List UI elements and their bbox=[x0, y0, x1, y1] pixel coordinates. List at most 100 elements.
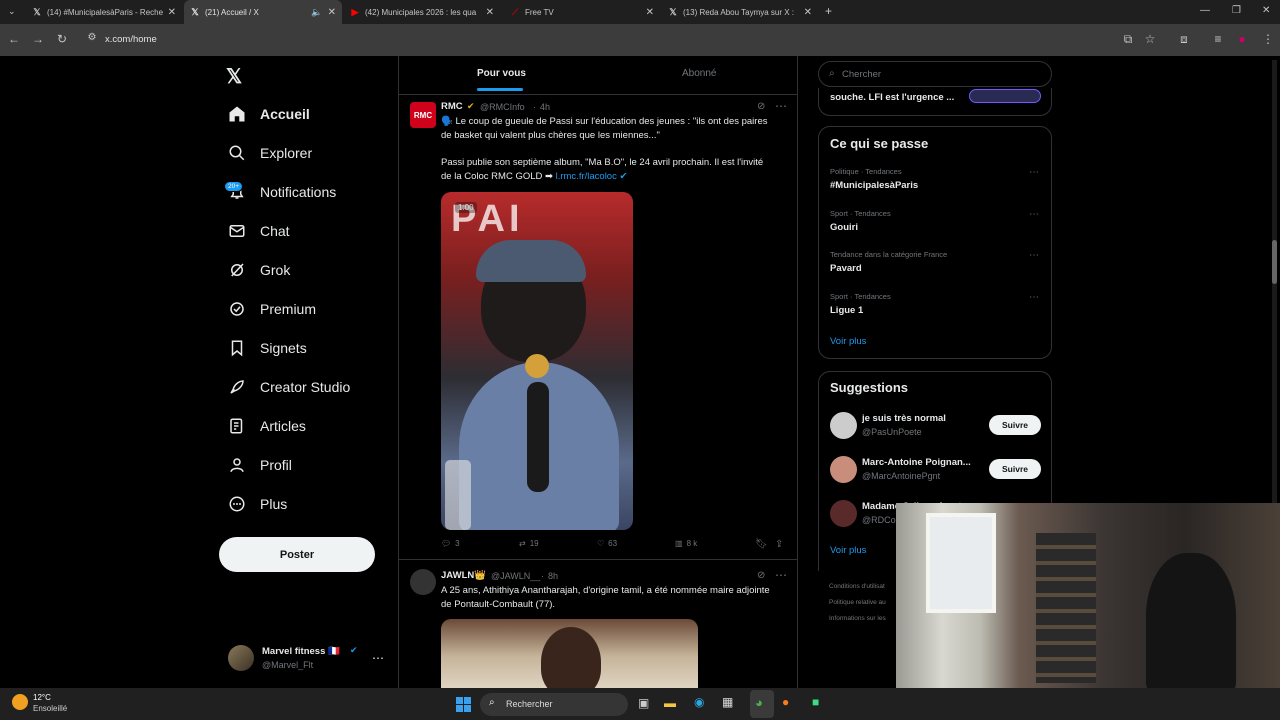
more-icon[interactable]: ⋯ bbox=[775, 99, 787, 113]
post-link[interactable]: l.rmc.fr/lacoloc bbox=[556, 171, 617, 182]
start-icon[interactable] bbox=[456, 697, 471, 712]
new-tab-icon[interactable]: + bbox=[825, 4, 832, 18]
tab-search-chevron-icon[interactable]: ⌄ bbox=[8, 6, 16, 17]
post-time[interactable]: 8h bbox=[548, 571, 558, 581]
trend-item[interactable]: Sport · Tendances Ligue 1 ⋯ bbox=[819, 290, 1051, 330]
close-icon[interactable]: ✕ bbox=[168, 7, 176, 18]
close-icon[interactable]: ✕ bbox=[328, 7, 336, 18]
live-snippet[interactable]: souche. LFI est l'urgence ... bbox=[818, 88, 1052, 116]
trend-item[interactable]: Politique · Tendances #MunicipalesàParis… bbox=[819, 165, 1051, 205]
back-icon[interactable]: ← bbox=[6, 32, 22, 46]
video-bottle bbox=[445, 460, 471, 530]
suggestion-item[interactable]: je suis très normal @PasUnPoete Suivre bbox=[819, 410, 1051, 442]
show-more-link[interactable]: Voir plus bbox=[830, 545, 866, 556]
nav-notifications[interactable]: Notifications bbox=[228, 178, 336, 206]
tab-free-tv[interactable]: ⟋ Free TV ✕ bbox=[504, 0, 660, 24]
follow-button[interactable]: Suivre bbox=[989, 459, 1041, 479]
share-icon[interactable]: ⇪ bbox=[775, 539, 783, 550]
reply-button[interactable]: 💬︎ 3 bbox=[441, 539, 460, 548]
minimize-icon[interactable]: — bbox=[1200, 5, 1210, 16]
post-button[interactable]: Poster bbox=[219, 537, 375, 572]
show-more-link[interactable]: Voir plus bbox=[830, 336, 866, 347]
nav-grok[interactable]: Grok bbox=[228, 256, 290, 284]
site-settings-icon[interactable]: ⚙ bbox=[84, 32, 100, 43]
maximize-icon[interactable]: ❐ bbox=[1232, 5, 1241, 16]
post-author[interactable]: RMC bbox=[441, 101, 463, 112]
speaker-icon[interactable]: 🔈 bbox=[311, 7, 322, 18]
tab-pour-vous[interactable]: Pour vous bbox=[477, 68, 526, 79]
media-icon[interactable]: ≡ bbox=[1210, 32, 1226, 46]
views-button[interactable]: ▥ 8 k bbox=[675, 539, 697, 548]
repost-button[interactable]: ⇄ 19 bbox=[519, 539, 539, 548]
account-switcher[interactable]: Marvel fitness 🇫🇷 ✔ @Marvel_Flt ⋯ bbox=[226, 643, 386, 673]
window-close-icon[interactable]: ✕ bbox=[1262, 5, 1270, 16]
like-button[interactable]: ♡ 63 bbox=[597, 539, 617, 548]
forward-icon[interactable]: → bbox=[30, 32, 46, 46]
post-jawln[interactable]: JAWLN👑 @JAWLN__ · 8h ⊘ ⋯ A 25 ans, Athit… bbox=[399, 560, 797, 688]
nav-premium[interactable]: Premium bbox=[228, 295, 316, 323]
firefox-icon[interactable]: ● bbox=[782, 695, 789, 709]
post-rmc[interactable]: RMC RMC ✔ @RMCInfo · 4h ⊘ ⋯ 🗣️ Le coup d… bbox=[399, 95, 797, 560]
menu-icon[interactable]: ⋮ bbox=[1260, 32, 1276, 46]
weather-icon[interactable] bbox=[12, 694, 28, 710]
trend-item[interactable]: Sport · Tendances Gouiri ⋯ bbox=[819, 207, 1051, 247]
file-explorer-icon[interactable]: ▬ bbox=[664, 696, 676, 710]
task-view-icon[interactable]: ▣ bbox=[638, 696, 649, 710]
suggestion-item[interactable]: Marc-Antoine Poignan... @MarcAntoinePgnt… bbox=[819, 454, 1051, 486]
post-handle[interactable]: @RMCInfo bbox=[480, 102, 525, 112]
address-bar[interactable]: x.com/home bbox=[105, 34, 157, 45]
grok-icon[interactable]: ⊘ bbox=[757, 570, 765, 581]
store-icon[interactable]: ▦ bbox=[722, 695, 733, 709]
nav-signets[interactable]: Signets bbox=[228, 334, 307, 362]
nav-profil[interactable]: Profil bbox=[228, 451, 292, 479]
chrome-taskbar-button[interactable]: ◕ bbox=[750, 690, 774, 718]
more-icon[interactable]: ⋯ bbox=[775, 568, 787, 582]
nav-accueil[interactable]: Accueil bbox=[228, 100, 310, 128]
footer-policy-link[interactable]: Politique relative au bbox=[829, 599, 886, 606]
footer-terms-link[interactable]: Conditions d'utilisat bbox=[829, 583, 885, 590]
more-icon[interactable]: ⋯ bbox=[1029, 209, 1039, 220]
tab-reda-abou[interactable]: 𝕏 (13) Reda Abou Taymya sur X : ✕ bbox=[662, 0, 818, 24]
trend-item[interactable]: Tendance dans la catégorie France Pavard… bbox=[819, 248, 1051, 288]
profile-icon[interactable]: ● bbox=[1234, 32, 1250, 46]
nav-chat[interactable]: Chat bbox=[228, 217, 290, 245]
post-time[interactable]: 4h bbox=[540, 102, 550, 112]
more-icon[interactable]: ⋯ bbox=[372, 651, 384, 665]
webcam-window bbox=[926, 513, 996, 613]
close-icon[interactable]: ✕ bbox=[646, 7, 654, 18]
app-icon[interactable]: ■ bbox=[812, 695, 819, 709]
rmc-avatar[interactable]: RMC bbox=[410, 102, 436, 128]
more-icon[interactable]: ⋯ bbox=[1029, 167, 1039, 178]
tab-municipales-youtube[interactable]: ▶ (42) Municipales 2026 : les qua ✕ bbox=[344, 0, 500, 24]
edge-icon[interactable]: ◉ bbox=[694, 695, 704, 709]
reload-icon[interactable]: ↻ bbox=[54, 32, 70, 46]
close-icon[interactable]: ✕ bbox=[486, 7, 494, 18]
tab-municipales-search[interactable]: 𝕏 (14) #MunicipalesàParis - Reche ✕ bbox=[26, 0, 182, 24]
search-input[interactable]: Chercher bbox=[842, 69, 881, 80]
more-icon[interactable]: ⋯ bbox=[1029, 292, 1039, 303]
post-video[interactable]: PAI 1:00 bbox=[441, 192, 633, 530]
post-image[interactable] bbox=[441, 619, 698, 688]
post-handle[interactable]: @JAWLN__ bbox=[491, 571, 540, 581]
follow-button[interactable]: Suivre bbox=[989, 415, 1041, 435]
x-logo-icon[interactable]: 𝕏 bbox=[226, 64, 242, 89]
scrollbar-thumb[interactable] bbox=[1272, 240, 1277, 284]
taskbar-search[interactable]: ⌕ Rechercher bbox=[480, 693, 628, 716]
footer-info-link[interactable]: Informations sur les bbox=[829, 615, 886, 622]
grok-icon[interactable]: ⊘ bbox=[757, 101, 765, 112]
avatar[interactable] bbox=[410, 569, 436, 595]
more-icon[interactable]: ⋯ bbox=[1029, 250, 1039, 261]
search-box[interactable]: ⌕ Chercher bbox=[818, 61, 1052, 87]
tab-abonne[interactable]: Abonné bbox=[682, 68, 716, 79]
nav-creator-studio[interactable]: Creator Studio bbox=[228, 373, 350, 401]
close-icon[interactable]: ✕ bbox=[804, 7, 812, 18]
install-icon[interactable]: ⧉ bbox=[1120, 32, 1136, 47]
nav-explorer[interactable]: Explorer bbox=[228, 139, 312, 167]
extensions-icon[interactable]: ⧈ bbox=[1176, 32, 1192, 47]
post-author[interactable]: JAWLN👑 bbox=[441, 570, 486, 581]
nav-articles[interactable]: Articles bbox=[228, 412, 306, 440]
tab-accueil-x[interactable]: 𝕏 (21) Accueil / X 🔈 ✕ bbox=[184, 0, 342, 24]
nav-plus[interactable]: Plus bbox=[228, 490, 287, 518]
bookmark-icon[interactable]: 🔖︎ bbox=[755, 539, 768, 550]
bookmark-star-icon[interactable]: ☆ bbox=[1142, 32, 1158, 46]
